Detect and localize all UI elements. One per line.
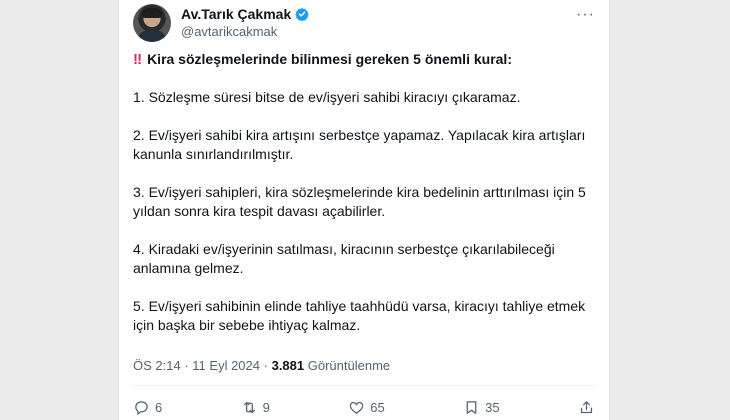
name-row: Av.Tarık Çakmak: [181, 6, 310, 22]
views-count: 3.881: [271, 358, 305, 373]
reply-icon: [135, 400, 148, 415]
heart-icon: [349, 401, 364, 414]
action-bar: 6 9 65 35: [133, 396, 595, 418]
reply-count: 6: [155, 399, 163, 415]
share-icon: [580, 400, 593, 413]
rule-line: 3. Ev/işyeri sahipleri, kira sözleşmeler…: [133, 184, 586, 200]
reply-button[interactable]: 6: [133, 399, 162, 416]
views-label: Görüntülenme: [307, 358, 391, 373]
rule-line: anlamına gelmez.: [133, 260, 244, 276]
rule-line: 5. Ev/işyeri sahibinin elinde tahliye ta…: [133, 298, 586, 314]
tweet-date[interactable]: 11 Eyl 2024: [192, 358, 260, 373]
meta-separator: ·: [184, 358, 189, 373]
retweet-icon: [243, 401, 255, 413]
like-count: 65: [370, 399, 385, 415]
tweet-card: Av.Tarık Çakmak @avtarikcakmak ··· ‼ Kir…: [118, 0, 610, 420]
meta-separator: ·: [263, 358, 268, 373]
rule-item: 5. Ev/işyeri sahibinin elinde tahliye ta…: [133, 297, 591, 335]
rule-line: yıldan sonra kira tespit davası açabilir…: [133, 203, 386, 219]
tweet-heading-text: Kira sözleşmelerinde bilinmesi gereken 5…: [147, 51, 512, 67]
rule-line: 4. Kiradaki ev/işyerinin satılması, kira…: [133, 241, 555, 257]
share-button[interactable]: [578, 399, 595, 416]
avatar[interactable]: [133, 4, 171, 42]
double-exclamation-emoji-icon: ‼: [133, 51, 142, 68]
rule-line: 2. Ev/işyeri sahibi kira artışını serbes…: [133, 127, 586, 143]
retweet-count: 9: [262, 399, 270, 415]
handle[interactable]: @avtarikcakmak: [181, 24, 277, 39]
tweet-time[interactable]: ÖS 2:14: [133, 358, 181, 373]
divider: [133, 385, 595, 386]
rule-item: 2. Ev/işyeri sahibi kira artışını serbes…: [133, 126, 591, 164]
tweet-meta: ÖS 2:14 · 11 Eyl 2024 · 3.881 Görüntülen…: [133, 358, 390, 373]
rule-item: 3. Ev/işyeri sahipleri, kira sözleşmeler…: [133, 183, 591, 221]
bookmark-count: 35: [485, 399, 500, 415]
tweet-header: Av.Tarık Çakmak @avtarikcakmak ···: [133, 4, 595, 42]
avatar-hair: [142, 8, 162, 18]
bookmark-button[interactable]: 35: [463, 399, 500, 416]
like-button[interactable]: 65: [348, 399, 385, 416]
rule-line: kanunla sınırlandırılmıştır.: [133, 146, 294, 162]
display-name[interactable]: Av.Tarık Çakmak: [181, 6, 291, 22]
rule-item: 1. Sözleşme süresi bitse de ev/işyeri sa…: [133, 88, 591, 107]
tweet-body: ‼ Kira sözleşmelerinde bilinmesi gereken…: [133, 50, 591, 335]
avatar-suit: [137, 30, 167, 42]
rule-line: 1. Sözleşme süresi bitse de ev/işyeri sa…: [133, 89, 521, 105]
rule-line: için başka bir sebebe ihtiyaç kalmaz.: [133, 317, 361, 333]
verified-badge-icon: [295, 7, 310, 21]
rule-item: 4. Kiradaki ev/işyerinin satılması, kira…: [133, 240, 591, 278]
tweet-heading: ‼ Kira sözleşmelerinde bilinmesi gereken…: [133, 50, 591, 69]
more-options-icon[interactable]: ···: [576, 6, 595, 24]
bookmark-icon: [466, 400, 477, 414]
retweet-button[interactable]: 9: [241, 399, 270, 416]
